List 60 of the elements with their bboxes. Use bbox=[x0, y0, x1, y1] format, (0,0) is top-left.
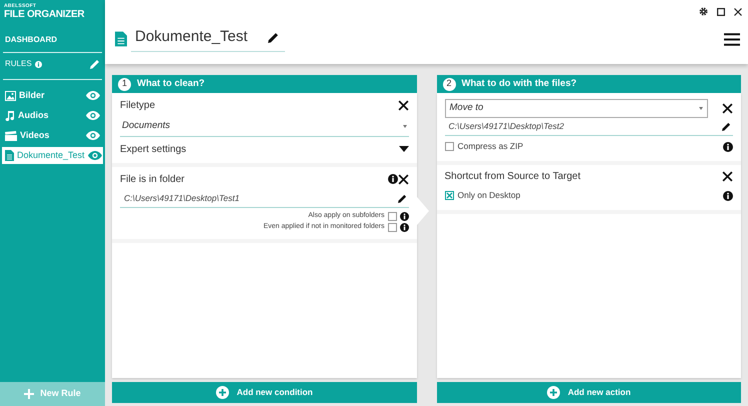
condition-label: Filetype bbox=[120, 98, 156, 112]
sidebar-item[interactable]: Bilder bbox=[2, 87, 103, 104]
eye-icon[interactable] bbox=[86, 131, 100, 140]
folder-path: C:\Users\49171\Desktop\Test2 bbox=[448, 120, 564, 133]
document-icon bbox=[115, 31, 127, 47]
info-icon[interactable] bbox=[400, 212, 408, 221]
close-icon[interactable] bbox=[722, 103, 733, 114]
eye-icon[interactable] bbox=[88, 151, 102, 160]
info-icon[interactable] bbox=[723, 142, 733, 152]
sidebar-item[interactable]: Dokumente_Test bbox=[2, 147, 103, 164]
action-select[interactable]: Move to bbox=[444, 99, 708, 118]
checkbox[interactable] bbox=[444, 142, 454, 152]
close-icon[interactable] bbox=[398, 174, 408, 185]
info-icon[interactable] bbox=[723, 190, 733, 201]
plus-circle-icon bbox=[216, 386, 229, 399]
new-rule-button[interactable]: New Rule bbox=[0, 382, 105, 406]
step-number: 2 bbox=[442, 78, 456, 90]
close-icon[interactable] bbox=[398, 100, 408, 110]
expander-label[interactable]: Expert settings bbox=[120, 142, 186, 157]
rule-name-field[interactable]: Dokumente_Test bbox=[131, 26, 285, 52]
maximize-icon[interactable] bbox=[717, 8, 725, 16]
sidebar-item[interactable]: Audios bbox=[2, 107, 103, 124]
eye-icon[interactable] bbox=[86, 111, 100, 120]
app-logo-text: FILE ORGANIZER bbox=[3, 9, 86, 20]
caret-icon[interactable] bbox=[402, 124, 406, 128]
plus-circle-icon bbox=[546, 386, 560, 399]
sidebar-item[interactable]: Videos bbox=[2, 127, 103, 144]
info-icon[interactable] bbox=[388, 174, 398, 184]
close-icon[interactable] bbox=[722, 171, 733, 182]
panel-header: 2 What to do with the files? bbox=[436, 75, 741, 93]
filetype-select[interactable]: Documents bbox=[120, 116, 408, 138]
checkbox-label: Compress as ZIP bbox=[458, 140, 524, 154]
eye-icon[interactable] bbox=[86, 91, 100, 100]
dashboard-link[interactable]: DASHBOARD bbox=[0, 20, 57, 44]
document-icon bbox=[5, 150, 14, 161]
menu-icon[interactable] bbox=[724, 32, 740, 46]
plus-icon bbox=[24, 389, 34, 399]
rules-heading: RULES bbox=[5, 58, 32, 70]
info-icon[interactable] bbox=[400, 223, 408, 232]
add-button[interactable]: Add new condition bbox=[112, 382, 416, 403]
pencil-icon[interactable] bbox=[722, 122, 731, 131]
condition-label: Shortcut from Source to Target bbox=[444, 170, 580, 184]
panel-header: 1 What to clean? bbox=[112, 75, 416, 93]
checkbox[interactable] bbox=[388, 212, 396, 221]
step-number: 1 bbox=[118, 78, 131, 90]
image-icon bbox=[5, 90, 16, 100]
pencil-icon[interactable] bbox=[268, 32, 279, 43]
clapperboard-icon bbox=[5, 130, 17, 140]
caret-icon[interactable] bbox=[699, 107, 703, 110]
settings-icon[interactable] bbox=[699, 7, 708, 16]
pencil-icon[interactable] bbox=[398, 194, 406, 204]
close-icon[interactable] bbox=[734, 8, 742, 16]
add-button[interactable]: Add new action bbox=[436, 382, 741, 403]
condition-label: File is in folder bbox=[120, 172, 184, 187]
dropdown-triangle-icon[interactable] bbox=[398, 146, 408, 152]
folder-path: C:\Users\49171\Desktop\Test1 bbox=[124, 192, 240, 205]
checkbox[interactable] bbox=[388, 223, 396, 232]
checkbox[interactable] bbox=[444, 191, 454, 200]
music-note-icon bbox=[5, 110, 15, 121]
checkbox-label: Only on Desktop bbox=[458, 189, 520, 202]
